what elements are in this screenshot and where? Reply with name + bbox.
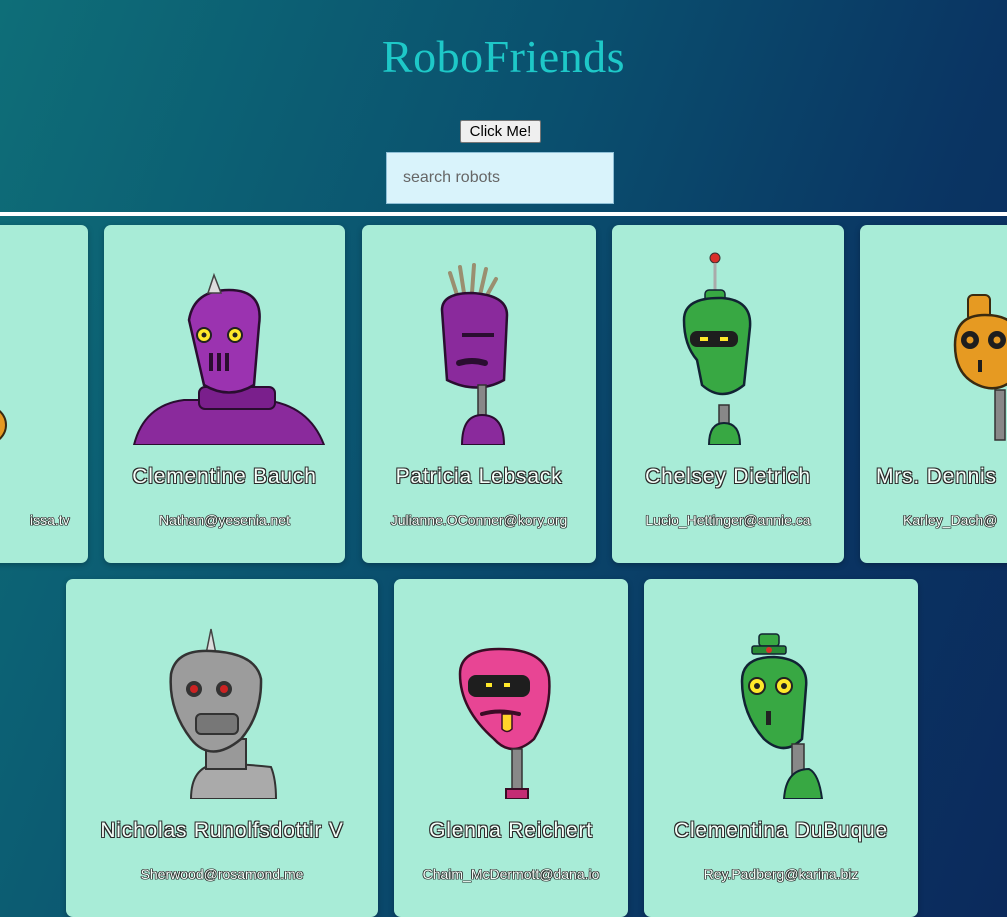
robot-email: Julianne.OConner@kory.org — [390, 512, 568, 528]
click-me-button[interactable]: Click Me! — [460, 120, 541, 143]
robot-email: Rey.Padberg@karina.biz — [703, 866, 859, 882]
robot-name: Clementina DuBuque — [673, 819, 889, 842]
robot-card[interactable]: Mrs. Dennis Karley_Dach@ — [860, 225, 1007, 563]
robot-card[interactable]: Nicholas Runolfsdottir V Sherwood@rosamo… — [66, 579, 378, 917]
robot-avatar — [440, 263, 509, 445]
robot-email: Karley_Dach@ — [903, 512, 998, 528]
robot-name: Chelsey Dietrich — [645, 465, 811, 488]
robot-email: Chaim_McDermott@dana.io — [422, 866, 600, 882]
robot-name: Glenna Reichert — [429, 819, 593, 842]
robot-card[interactable]: Clementine Bauch Nathan@yesenia.net — [104, 225, 345, 563]
robot-name: Mrs. Dennis — [876, 465, 997, 488]
header-divider — [0, 212, 1007, 216]
robot-email: Sherwood@rosamond.me — [140, 866, 304, 882]
robot-avatar — [169, 628, 278, 799]
robofriends-app: RoboFriends Click Me! well issa.tv Cl — [0, 0, 1007, 917]
robot-avatar — [953, 294, 1007, 441]
robot-name: Nicholas Runolfsdottir V — [100, 819, 344, 842]
robot-avatar — [0, 410, 7, 440]
robot-email: issa.tv — [30, 512, 70, 528]
robot-card[interactable]: Clementina DuBuque Rey.Padberg@karina.bi… — [644, 579, 918, 917]
robot-avatar — [740, 633, 824, 799]
search-input[interactable] — [386, 152, 614, 204]
robot-name: Patricia Lebsack — [395, 465, 563, 488]
robot-email: Nathan@yesenia.net — [159, 512, 290, 528]
robot-avatar — [682, 252, 752, 445]
page-title: RoboFriends — [381, 31, 626, 82]
robot-card[interactable]: well issa.tv — [0, 225, 88, 563]
robot-card[interactable]: Chelsey Dietrich Lucio_Hettinger@annie.c… — [612, 225, 844, 563]
robot-email: Lucio_Hettinger@annie.ca — [645, 512, 811, 528]
robot-name: Clementine Bauch — [132, 465, 317, 488]
robot-avatar — [458, 647, 551, 799]
robot-avatar — [132, 272, 326, 445]
robot-card[interactable]: Glenna Reichert Chaim_McDermott@dana.io — [394, 579, 628, 917]
robot-card[interactable]: Patricia Lebsack Julianne.OConner@kory.o… — [362, 225, 596, 563]
